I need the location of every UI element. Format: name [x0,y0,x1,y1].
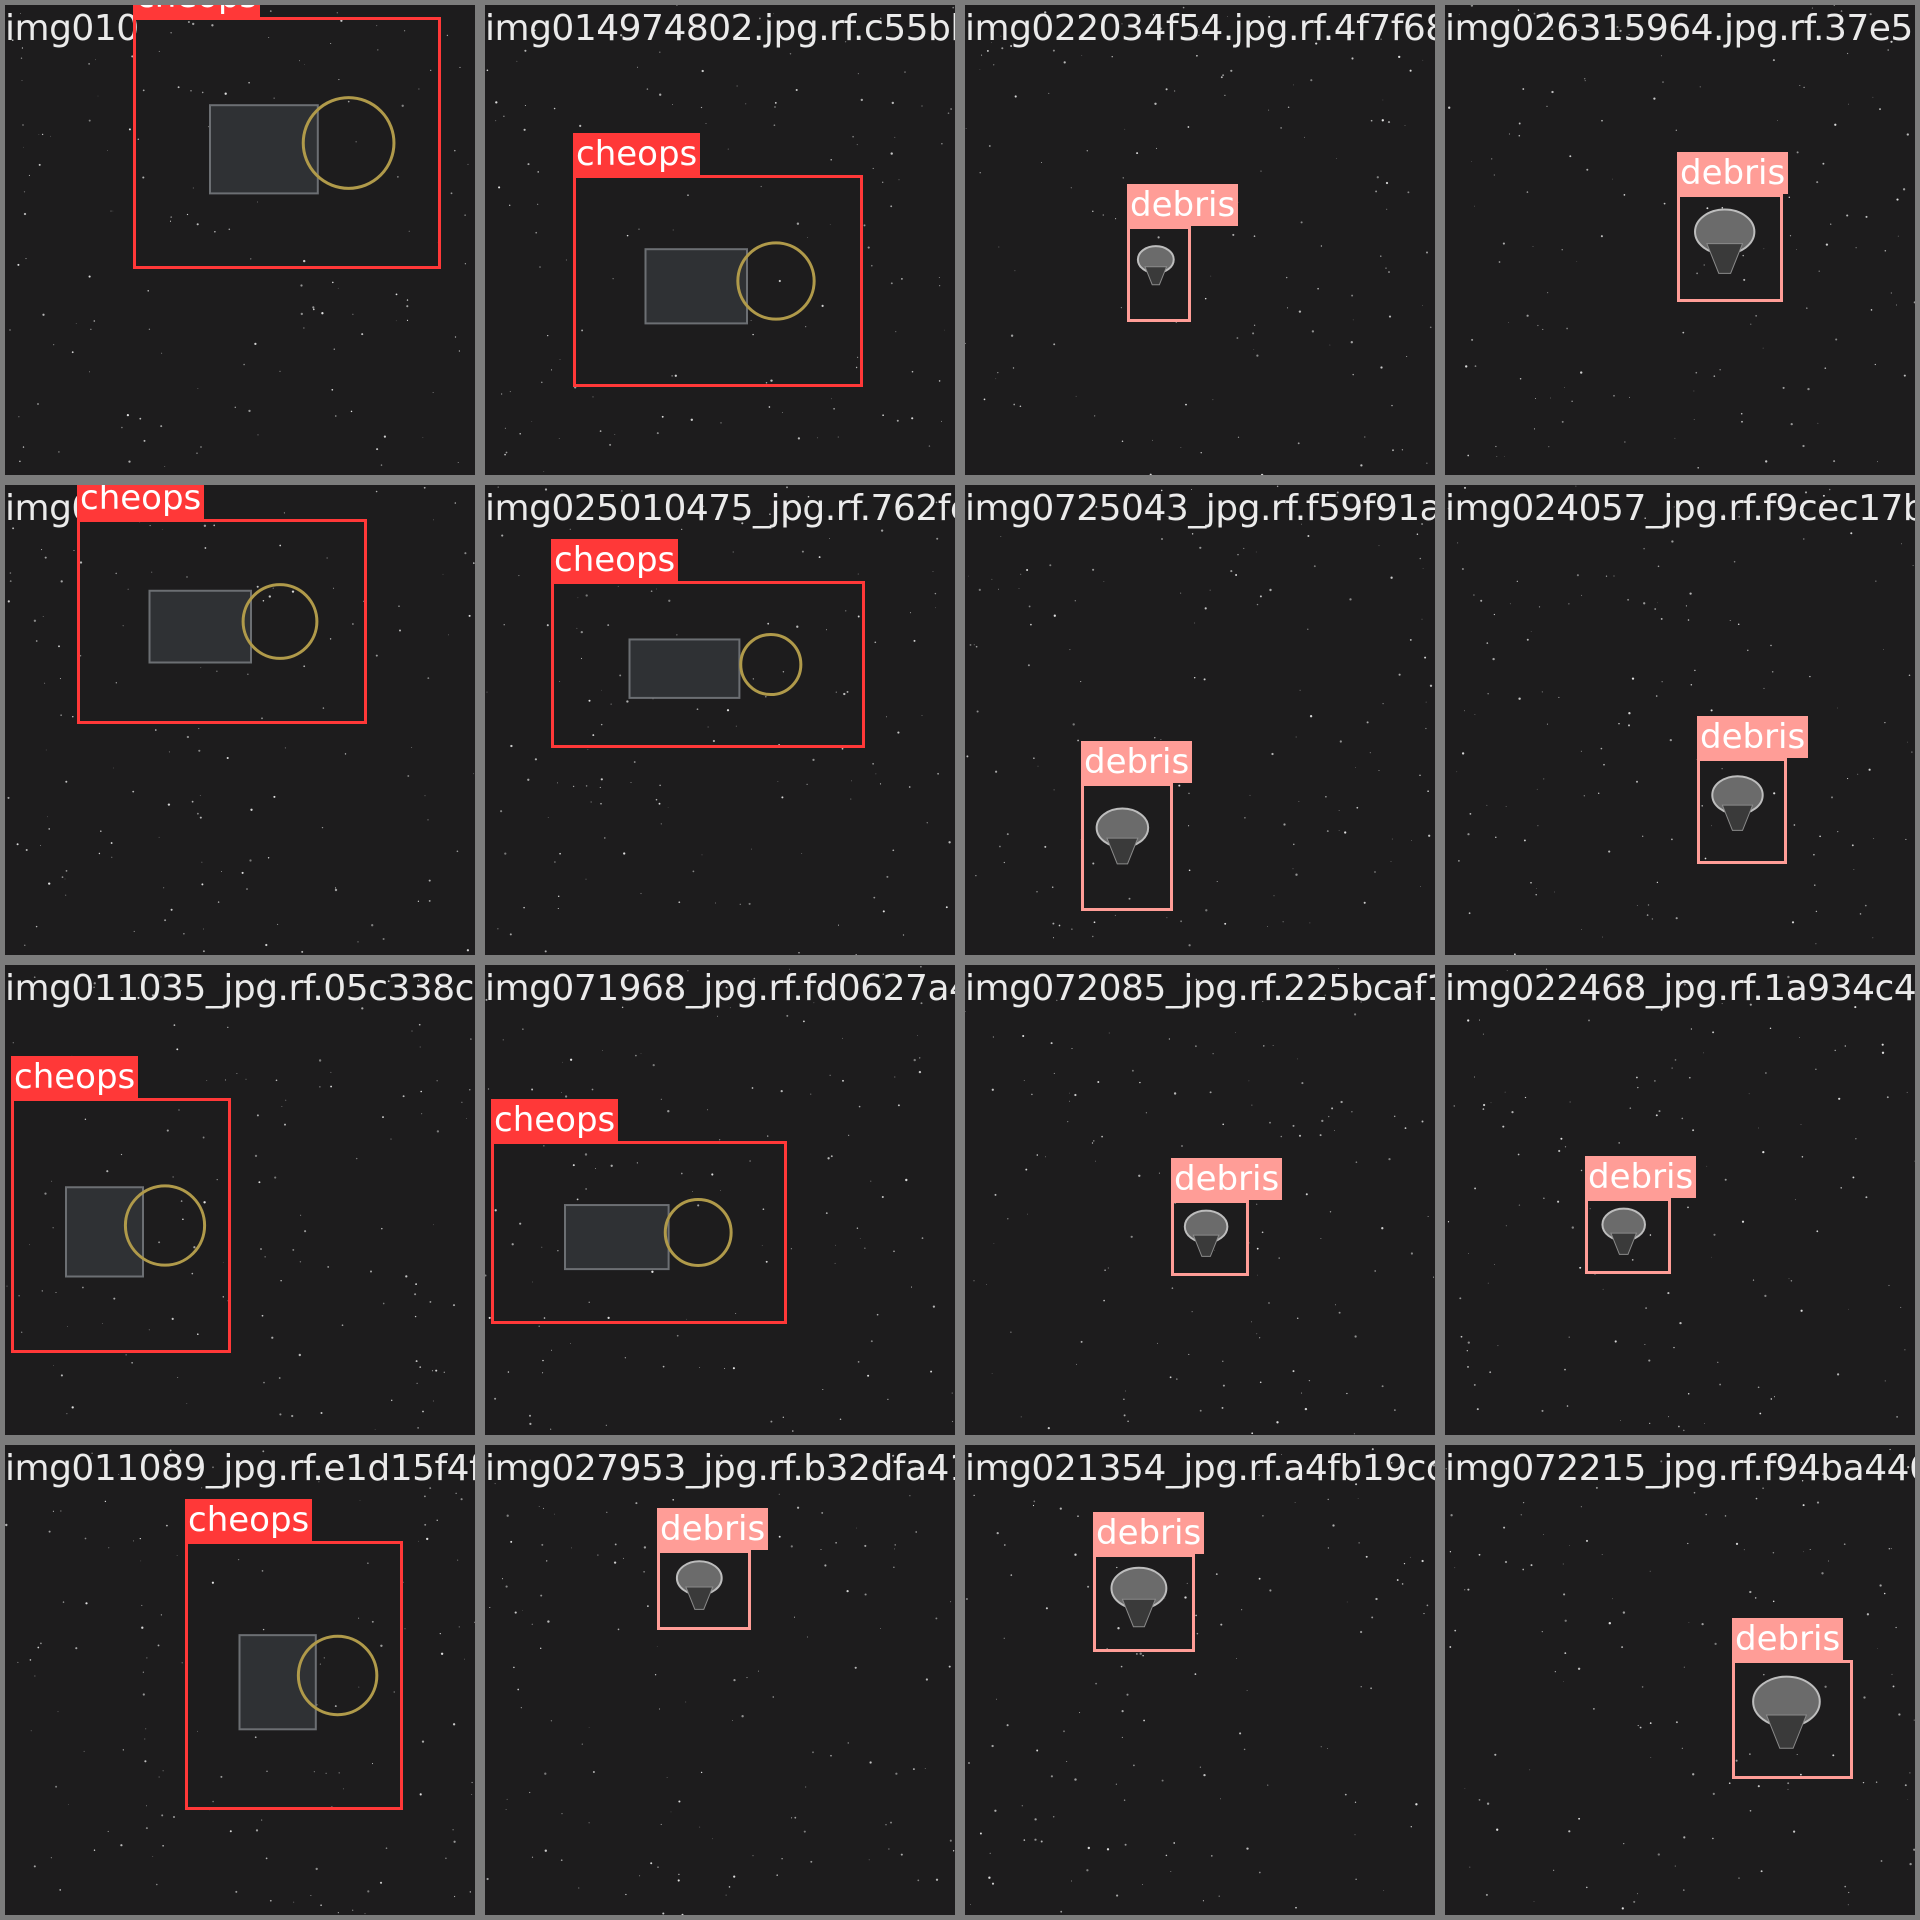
debris-bounding-box [1732,1660,1853,1779]
cheops-label: cheops [491,1099,619,1141]
cheops-label: cheops [185,1499,313,1541]
debris-bounding-box [1081,783,1173,911]
debris-bounding-box [1127,226,1191,322]
rocket-nozzle-object [1095,807,1150,865]
image-filename: img011035_jpg.rf.05c338cb1 [5,968,480,1009]
image-tile: img022468_jpg.rf.1a934c41debris [1440,960,1920,1440]
cheops-bounding-box [133,17,441,269]
debris-bounding-box [1171,1200,1249,1276]
image-filename: img0725043_jpg.rf.f59f91a6e [965,488,1440,529]
image-filename: img025010475_jpg.rf.762fe13251 [485,488,955,529]
image-filename: img024057_jpg.rf.f9cec17bc [1445,488,1920,529]
mosaic-grid: img010cheopsimg014974802.jpg.rf.c55bb5f2… [0,0,1920,1920]
image-tile: img014974802.jpg.rf.c55bb5f207 cheops [480,0,960,480]
image-filename: img026315964.jpg.rf.37e57644 [1445,8,1915,49]
image-tile: img027953_jpg.rf.b32dfa413debris [480,1440,960,1920]
image-tile: img026315964.jpg.rf.37e57644 debris [1440,0,1920,480]
image-tile: img072085_jpg.rf.225bcaf14debris [960,960,1440,1440]
image-filename: img021354_jpg.rf.a4fb19cc5 [965,1448,1440,1489]
debris-label: debris [1677,152,1789,194]
image-tile: img011089_jpg.rf.e1d15f4f6cheops [0,1440,480,1920]
image-tile: img0725043_jpg.rf.f59f91a6edebris [960,480,1440,960]
image-tile: img021354_jpg.rf.a4fb19cc5debris [960,1440,1440,1920]
image-tile: img0 cheops [0,480,480,960]
debris-label: debris [1127,184,1239,226]
image-filename: img072215_jpg.rf.f94ba446f [1445,1448,1920,1489]
image-tile: img071968_jpg.rf.fd0627a43cheops [480,960,960,1440]
cheops-bounding-box [491,1141,787,1324]
image-tile: img010cheops [0,0,480,480]
image-filename: img072085_jpg.rf.225bcaf14 [965,968,1440,1009]
image-tile: img025010475_jpg.rf.762fe13251cheops [480,480,960,960]
cheops-bounding-box [185,1541,403,1810]
image-tile: img024057_jpg.rf.f9cec17bcdebris [1440,480,1920,960]
cheops-label: cheops [11,1056,139,1098]
debris-label: debris [1585,1156,1697,1198]
image-filename: img071968_jpg.rf.fd0627a43 [485,968,960,1009]
rocket-nozzle-object [1136,245,1175,286]
image-filename: img027953_jpg.rf.b32dfa413 [485,1448,960,1489]
image-tile: img072215_jpg.rf.f94ba446fdebris [1440,1440,1920,1920]
debris-bounding-box [1585,1198,1671,1274]
debris-bounding-box [1697,758,1787,864]
debris-bounding-box [1677,194,1783,302]
image-filename: img022034f54.jpg.rf.4f7f68285a [965,8,1440,49]
image-tile: img011035_jpg.rf.05c338cb1cheops [0,960,480,1440]
debris-label: debris [1732,1618,1844,1660]
cheops-label: cheops [77,485,205,519]
debris-label: debris [1081,741,1193,783]
cheops-bounding-box [77,519,367,724]
rocket-nozzle-object [1711,775,1764,831]
debris-bounding-box [1093,1554,1195,1652]
debris-label: debris [1093,1512,1205,1554]
image-filename: img014974802.jpg.rf.c55bb5f207 [485,8,955,49]
image-tile: img022034f54.jpg.rf.4f7f68285a debris [960,0,1440,480]
cheops-bounding-box [11,1098,231,1353]
rocket-nozzle-object [1601,1207,1646,1255]
debris-bounding-box [657,1550,751,1630]
cheops-bounding-box [551,581,865,748]
cheops-label: cheops [551,539,679,581]
image-filename: img022468_jpg.rf.1a934c41 [1445,968,1920,1009]
cheops-label: cheops [133,5,261,17]
debris-label: debris [657,1508,769,1550]
image-filename: img010 [5,8,139,49]
debris-label: debris [1171,1158,1283,1200]
cheops-bounding-box [573,175,863,387]
image-filename: img011089_jpg.rf.e1d15f4f6 [5,1448,480,1489]
debris-label: debris [1697,716,1809,758]
cheops-label: cheops [573,133,701,175]
